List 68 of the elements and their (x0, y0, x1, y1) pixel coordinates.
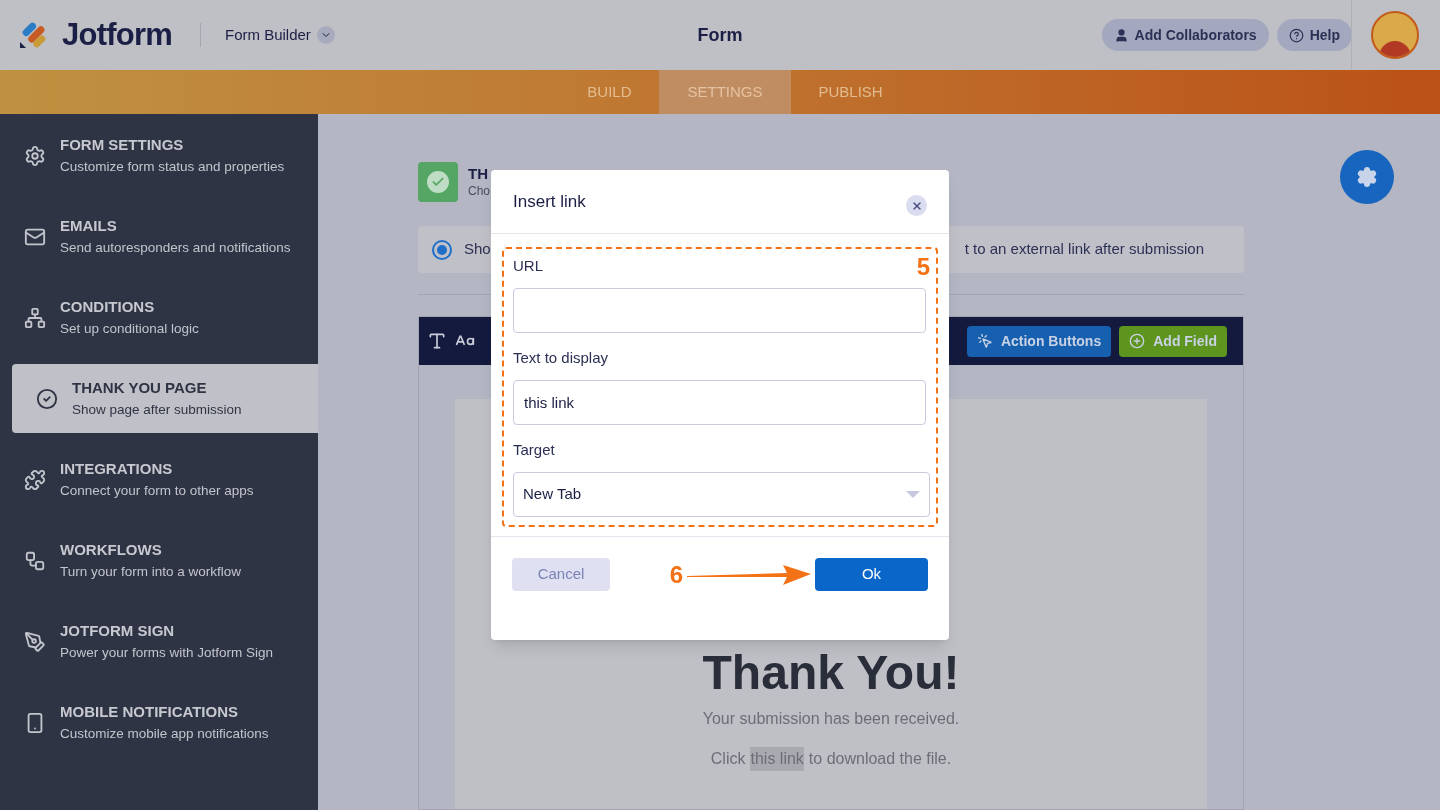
sidebar-item-title: JOTFORM SIGN (60, 621, 176, 642)
sidebar-item-subtitle: Customize mobile app notifications (60, 724, 269, 743)
sidebar-item-subtitle: Turn your form into a workflow (60, 562, 242, 581)
collaborators-button[interactable]: Add Collaborators (1101, 19, 1269, 51)
option-label: Sho (464, 239, 491, 260)
dropdown-caret-icon (906, 490, 920, 499)
product-switcher[interactable]: Form Builder (224, 23, 335, 47)
field-label: Target (513, 440, 555, 460)
sidebar-item-title: MOBILE NOTIFICATIONS (60, 702, 240, 723)
sidebar-item[interactable]: JOTFORM SIGN Power your forms with Jotform Sign (0, 607, 318, 676)
avatar[interactable] (1371, 11, 1419, 59)
sidebar-icon (24, 306, 46, 329)
option-label: t to an external link after submission (964, 239, 1204, 260)
help-button[interactable]: Help (1276, 19, 1352, 51)
close-button[interactable] (906, 195, 927, 216)
user-icon (1113, 27, 1129, 43)
sidebar-icon (24, 630, 46, 653)
chevron-icon (316, 26, 335, 44)
sidebar-item-title: INTEGRATIONS (60, 459, 174, 480)
page-title: TH (468, 165, 489, 184)
sidebar-item-subtitle: Connect your form to other apps (60, 481, 254, 500)
arrow-icon (687, 562, 811, 587)
sidebar-item-title: CONDITIONS (60, 297, 156, 318)
sidebar-icon (24, 549, 46, 572)
sidebar-icon (36, 387, 58, 410)
page-subtitle: Cho (468, 183, 490, 199)
sidebar-icon (24, 144, 46, 167)
step-number: 6 (669, 562, 683, 587)
settings-icon (1356, 166, 1378, 188)
check-badge-icon (418, 162, 458, 202)
input-field[interactable]: this link (513, 380, 926, 425)
sidebar-item[interactable]: CONDITIONS Set up conditional logic (0, 283, 318, 352)
step-number: 5 (916, 255, 930, 279)
sidebar-item-title: THANK YOU PAGE (72, 378, 208, 399)
input-field[interactable] (513, 288, 926, 333)
target-select[interactable]: New Tab (513, 472, 930, 517)
sidebar-item-subtitle: Show page after submission (72, 400, 242, 419)
ok-button[interactable]: Ok (815, 558, 928, 591)
brand-name: Jotform (62, 15, 172, 54)
sidebar-item[interactable]: FORM SETTINGS Customize form status and properties (0, 121, 318, 190)
sidebar-item-subtitle: Send autoresponders and notifications (60, 238, 291, 257)
thank-you-message: Your submission has been received. (702, 709, 960, 730)
sidebar-item[interactable]: INTEGRATIONS Connect your form to other apps (0, 445, 318, 514)
help-icon (1288, 27, 1304, 43)
sidebar-item[interactable]: THANK YOU PAGE Show page after submission (12, 364, 318, 433)
sidebar-item[interactable]: WORKFLOWS Turn your form into a workflow (0, 526, 318, 595)
radio-button[interactable] (432, 239, 452, 260)
sidebar-item-title: WORKFLOWS (60, 540, 163, 561)
thank-you-heading: Thank You! (702, 649, 960, 698)
sidebar-item-title: EMAILS (60, 216, 118, 237)
settings-button[interactable] (1340, 150, 1394, 204)
sidebar-item[interactable]: EMAILS Send autoresponders and notifications (0, 202, 318, 271)
font-style-icon[interactable] (427, 331, 447, 352)
field-label: URL (513, 256, 543, 276)
field-label: Text to display (513, 348, 609, 368)
sidebar-item-subtitle: Set up conditional logic (60, 319, 199, 338)
pointer-icon (976, 333, 993, 350)
sidebar-item-subtitle: Customize form status and properties (60, 157, 285, 176)
close-icon (910, 199, 923, 212)
form-title: Form (697, 24, 743, 45)
sidebar-item[interactable]: MOBILE NOTIFICATIONS Customize mobile app notifications (0, 688, 318, 757)
sidebar-item-title: FORM SETTINGS (60, 135, 185, 156)
download-line: Click this link to download the file. (710, 747, 952, 772)
action-buttons-button[interactable]: Action Buttons (966, 325, 1112, 357)
plus-icon (1129, 333, 1146, 350)
sidebar-item-subtitle: Power your forms with Jotform Sign (60, 643, 274, 662)
sidebar-icon (24, 468, 46, 491)
dialog-title: Insert link (513, 190, 586, 213)
